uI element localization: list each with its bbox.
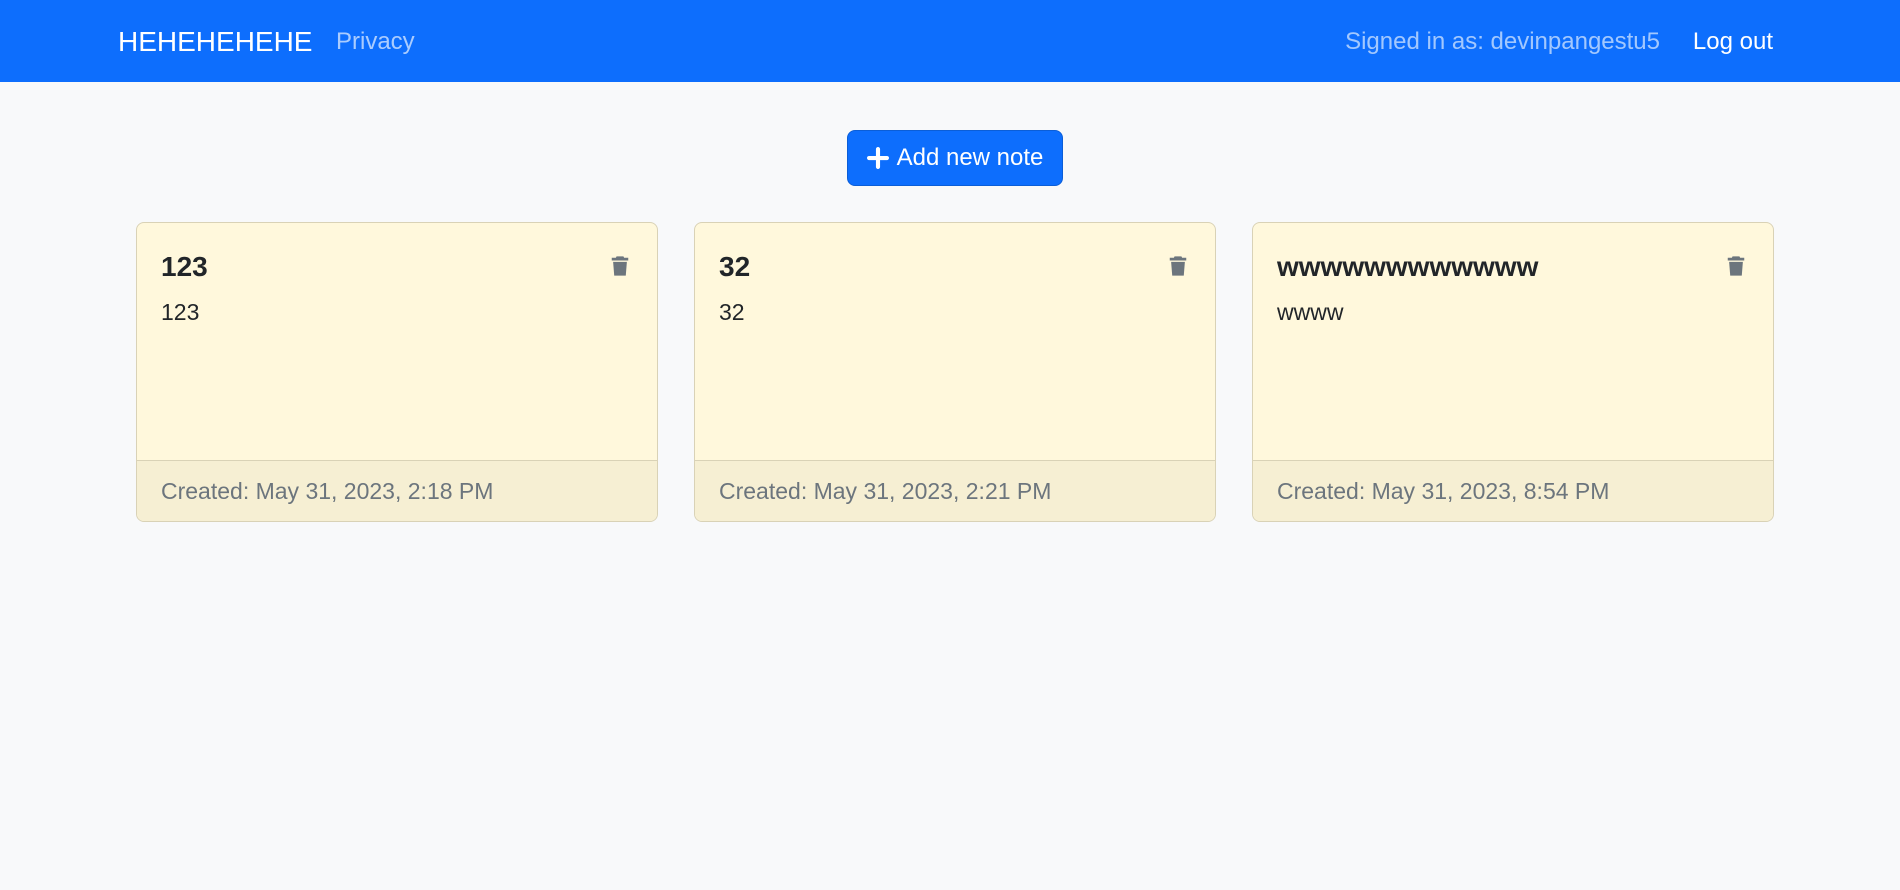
note-created: Created: May 31, 2023, 8:54 PM <box>1253 460 1773 521</box>
nav-link-privacy[interactable]: Privacy <box>336 24 415 60</box>
note-created: Created: May 31, 2023, 2:21 PM <box>695 460 1215 521</box>
note-title: wwwwwwwwwwww <box>1277 251 1539 282</box>
note-text: 32 <box>719 299 745 325</box>
brand-link[interactable]: HEHEHEHEHE <box>118 22 312 62</box>
note-text: 123 <box>161 299 200 325</box>
note-text: wwww <box>1277 299 1344 325</box>
note-card-body: 32 32 <box>695 223 1215 461</box>
note-created: Created: May 31, 2023, 2:18 PM <box>137 460 657 521</box>
note-card-body: 123 123 <box>137 223 657 461</box>
trash-icon[interactable] <box>1167 253 1189 279</box>
trash-icon[interactable] <box>609 253 631 279</box>
note-card-body: wwwwwwwwwwww wwww <box>1253 223 1773 461</box>
trash-icon[interactable] <box>1725 253 1747 279</box>
plus-icon <box>866 147 889 169</box>
add-note-label: Add new note <box>896 144 1044 171</box>
add-note-button[interactable]: Add new note <box>847 130 1063 186</box>
note-card[interactable]: 123 123 Created: May 31, 2023, 2:18 PM <box>136 222 658 522</box>
note-title: 32 <box>719 251 751 282</box>
logout-button[interactable]: Log out <box>1693 24 1773 60</box>
note-title: 123 <box>161 251 208 282</box>
note-card[interactable]: wwwwwwwwwwww wwww Created: May 31, 2023,… <box>1252 222 1774 522</box>
navbar: HEHEHEHEHE Privacy Signed in as: devinpa… <box>0 0 1900 82</box>
note-card[interactable]: 32 32 Created: May 31, 2023, 2:21 PM <box>694 222 1216 522</box>
signed-in-text: Signed in as: devinpangestu5 <box>1345 28 1660 55</box>
